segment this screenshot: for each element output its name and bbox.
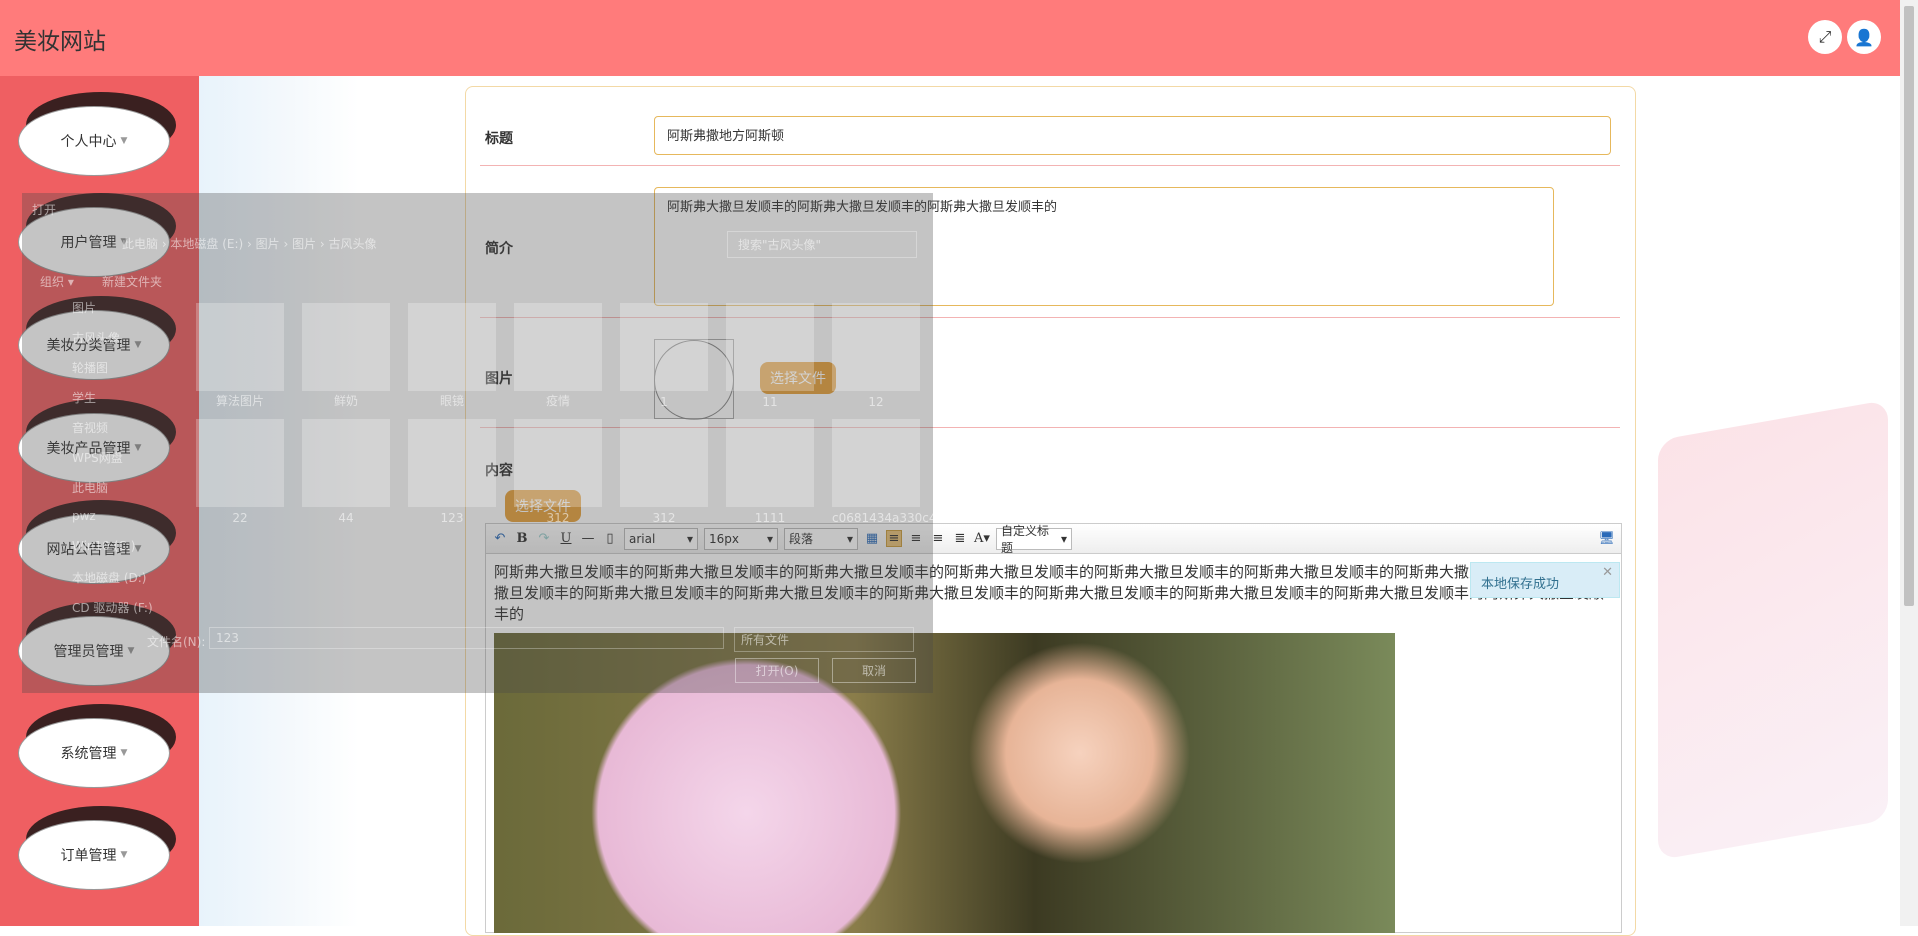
dialog-tree-item[interactable]: Win10 (C:) — [72, 539, 135, 553]
organize-button[interactable]: 组织 ▾ — [40, 273, 74, 290]
expand-icon: ⤢ — [1818, 27, 1832, 46]
dialog-file-item[interactable]: c0681434a330c46b85...dee200 — [832, 419, 1024, 525]
dialog-search-input[interactable]: 搜索"古风头像" — [727, 231, 917, 258]
dialog-file-item[interactable]: 算法图片 — [196, 303, 284, 408]
justify-icon[interactable]: ≣ — [952, 531, 968, 546]
caret-down-icon: ▼ — [120, 136, 128, 146]
file-open-dialog: 打开 此电脑 › 本地磁盘 (E:) › 图片 › 图片 › 古风头像 搜索"古… — [22, 193, 1024, 693]
page-scrollbar[interactable] — [1900, 0, 1918, 926]
font-color-icon[interactable]: A▾ — [974, 531, 990, 546]
dialog-open-button[interactable]: 打开(O) — [735, 658, 819, 683]
sidebar-item[interactable]: 订单管理 ▼ — [18, 806, 176, 890]
user-button[interactable]: 👤 — [1847, 20, 1881, 54]
custom-heading-select[interactable]: 自定义标题 ▾ — [996, 524, 1072, 555]
site-title: 美妆网站 — [14, 29, 106, 55]
toast-text: 本地保存成功 — [1481, 577, 1560, 592]
filename-input[interactable]: 123 — [209, 627, 724, 649]
dialog-file-item[interactable]: 12 — [832, 303, 920, 409]
save-toast: 本地保存成功 ✕ — [1470, 562, 1620, 598]
dialog-breadcrumb[interactable]: 此电脑 › 本地磁盘 (E:) › 图片 › 图片 › 古风头像 — [122, 235, 377, 252]
dialog-file-item[interactable]: 123 — [408, 419, 496, 525]
filename-label: 文件名(N): — [147, 635, 206, 649]
dialog-tree-item[interactable]: 本地磁盘 (D:) — [72, 569, 146, 586]
dialog-file-item[interactable]: 鲜奶 — [302, 303, 390, 408]
dialog-file-item[interactable]: 1111 — [726, 419, 814, 525]
sidebar-item[interactable]: 个人中心 ▼ — [18, 92, 176, 176]
dialog-file-item[interactable]: 44 — [302, 419, 390, 525]
sidebar-item[interactable]: 系统管理 ▼ — [18, 704, 176, 788]
user-icon: 👤 — [1854, 27, 1874, 47]
dialog-file-item[interactable]: 11 — [726, 303, 814, 409]
dialog-tree-item[interactable]: CD 驱动器 (F:) — [72, 599, 153, 616]
dialog-title: 打开 — [32, 203, 57, 217]
filetype-select[interactable]: 所有文件 — [734, 627, 914, 652]
dialog-file-item[interactable]: 312 — [620, 419, 708, 525]
dialog-tree-item[interactable]: WPS网盘 — [72, 449, 123, 466]
preview-icon[interactable]: 🖥 — [1598, 531, 1615, 546]
new-folder-button[interactable]: 新建文件夹 — [102, 273, 162, 290]
fullscreen-button[interactable]: ⤢ — [1808, 20, 1842, 54]
title-input[interactable]: 阿斯弗撒地方阿斯顿 — [654, 116, 1611, 155]
dialog-tree-item[interactable]: 古风头像 — [72, 329, 120, 346]
background-illustration — [1658, 399, 1888, 861]
dialog-tree-item[interactable]: 学生 — [72, 389, 96, 406]
app-header: 美妆网站 ⤢ 👤 — [0, 0, 1900, 76]
caret-down-icon: ▼ — [120, 748, 128, 758]
dialog-cancel-button[interactable]: 取消 — [832, 658, 916, 683]
dialog-file-item[interactable]: 眼镜 — [408, 303, 496, 408]
caret-down-icon: ▼ — [120, 850, 128, 860]
dialog-file-item[interactable]: 22 — [196, 419, 284, 525]
close-icon[interactable]: ✕ — [1602, 565, 1613, 580]
dialog-file-item[interactable]: 疫情 — [514, 303, 602, 408]
dialog-file-item[interactable]: 312 — [514, 419, 602, 525]
dialog-tree-item[interactable]: pwz — [72, 509, 96, 523]
dialog-file-item[interactable]: 1 — [620, 303, 708, 409]
dialog-tree-item[interactable]: 图片 — [72, 299, 96, 316]
dialog-tree-item[interactable]: 此电脑 — [72, 479, 108, 496]
title-label: 标题 — [485, 131, 513, 147]
dialog-tree-item[interactable]: 音视频 — [72, 419, 108, 436]
dialog-tree-item[interactable]: 轮播图 — [72, 359, 108, 376]
